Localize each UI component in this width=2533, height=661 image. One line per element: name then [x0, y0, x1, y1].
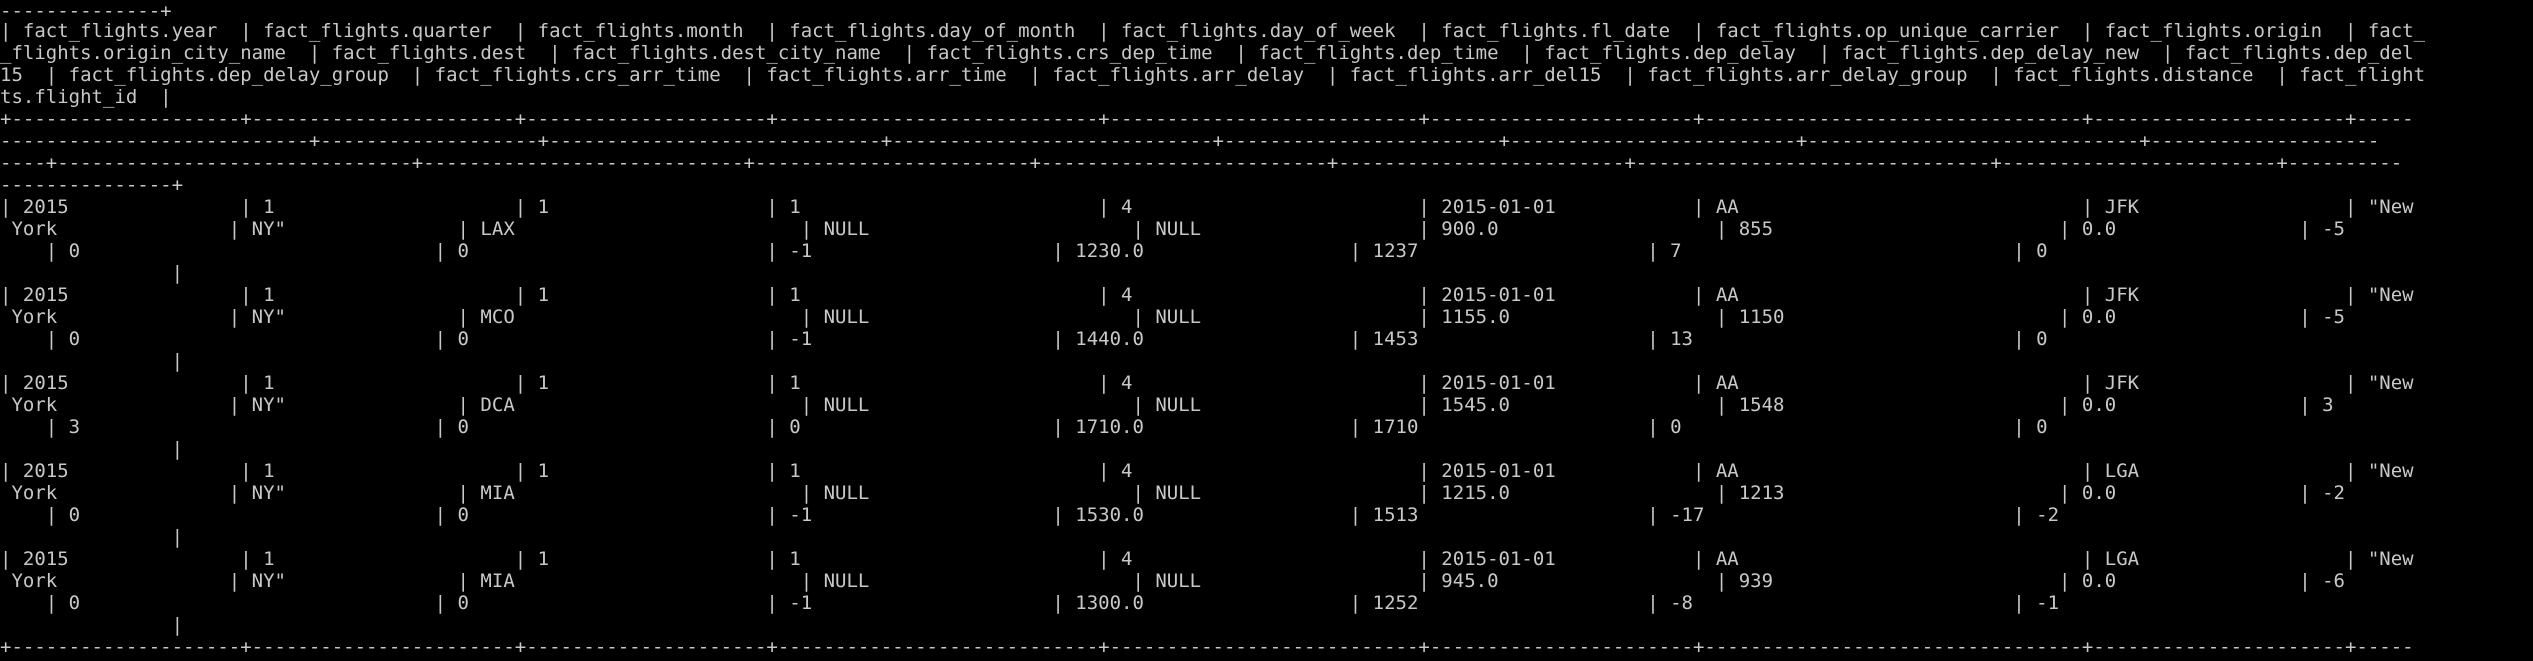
table-row-line: |: [0, 526, 184, 548]
table-row-line: |: [0, 438, 184, 460]
table-border-line: ---------------------------+------------…: [0, 130, 2380, 152]
table-row-line: | 2015 | 1 | 1 | 1 | 4 | 2015-01-01 | AA…: [0, 196, 2414, 218]
table-row-line: |: [0, 350, 184, 372]
table-row-line: | 3 | 0 | 0 | 1710.0 | 1710 | 0 | 0: [0, 416, 2048, 438]
table-row-line: York | NY" | DCA | NULL | NULL | 1545.0 …: [0, 394, 2334, 416]
table-row-line: | 2015 | 1 | 1 | 1 | 4 | 2015-01-01 | AA…: [0, 548, 2414, 570]
table-row-line: York | NY" | MIA | NULL | NULL | 1215.0 …: [0, 482, 2345, 504]
table-header-line: 15 | fact_flights.dep_delay_group | fact…: [0, 64, 2426, 86]
table-row-line: | 0 | 0 | -1 | 1230.0 | 1237 | 7 | 0: [0, 240, 2048, 262]
table-header-line: | fact_flights.year | fact_flights.quart…: [0, 20, 2426, 42]
table-border-line: ----+-------------------------------+---…: [0, 152, 2403, 174]
terminal-window[interactable]: --------------+ | fact_flights.year | fa…: [0, 0, 2533, 661]
table-row-line: | 2015 | 1 | 1 | 1 | 4 | 2015-01-01 | AA…: [0, 372, 2414, 394]
table-border-line: +--------------------+------------------…: [0, 108, 2414, 130]
table-border-line: ---------------+: [0, 174, 184, 196]
table-row-line: York | NY" | LAX | NULL | NULL | 900.0 |…: [0, 218, 2345, 240]
table-border-line: --------------+: [0, 0, 172, 22]
table-row-line: York | NY" | MIA | NULL | NULL | 945.0 |…: [0, 570, 2345, 592]
table-row-line: York | NY" | MCO | NULL | NULL | 1155.0 …: [0, 306, 2345, 328]
table-row-line: | 0 | 0 | -1 | 1440.0 | 1453 | 13 | 0: [0, 328, 2048, 350]
table-row-line: | 2015 | 1 | 1 | 1 | 4 | 2015-01-01 | AA…: [0, 460, 2414, 482]
table-row-line: | 2015 | 1 | 1 | 1 | 4 | 2015-01-01 | AA…: [0, 284, 2414, 306]
table-border-line: +--------------------+------------------…: [0, 636, 2414, 658]
table-row-line: | 0 | 0 | -1 | 1530.0 | 1513 | -17 | -2: [0, 504, 2060, 526]
table-row-line: |: [0, 614, 184, 636]
table-header-line: ts.flight_id |: [0, 86, 172, 108]
table-header-line: _flights.origin_city_name | fact_flights…: [0, 42, 2414, 64]
table-row-line: |: [0, 262, 184, 284]
table-row-line: | 0 | 0 | -1 | 1300.0 | 1252 | -8 | -1: [0, 592, 2060, 614]
